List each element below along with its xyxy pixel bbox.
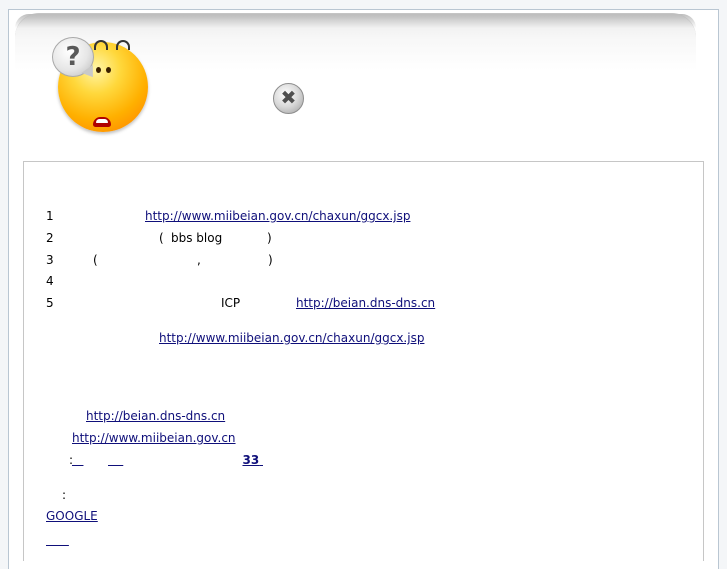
blank-link-2[interactable] [108,453,123,468]
eyebrow-left [94,40,108,50]
list-item-3-open-paren: ( [93,253,98,267]
count-link[interactable]: 33 [153,453,263,468]
list-item-5-number: 5 [46,296,54,310]
blank-link-1[interactable] [72,453,83,468]
list-item-4-number: 4 [46,274,54,288]
list-item-2-text: bbs blog [171,231,223,245]
list-item-1-number: 1 [46,209,54,223]
list-item-3-close-paren: ) [268,253,273,267]
list-item-3-comma: , [197,253,201,267]
count-value: 33 [242,453,260,467]
list-item-5-link[interactable]: http://beian.dns-dns.cn [296,296,435,311]
list-item-5-text: ICP [221,296,241,310]
beian-dns-link[interactable]: http://beian.dns-dns.cn [86,409,225,424]
google-link[interactable]: GOOGLE [46,509,135,524]
list-item-2-close-paren: ) [267,231,272,245]
miibeian-link[interactable]: http://www.miibeian.gov.cn [72,431,236,446]
bottom-link[interactable] [46,533,87,548]
eyebrow-right [116,40,130,50]
list-item-2-number: 2 [46,231,54,245]
colon-standalone: : [62,488,67,502]
smiley-right-eye [106,67,111,73]
list-item-3-number: 3 [46,253,54,267]
list-item-2-open-paren: ( [159,231,164,245]
query-link[interactable]: http://www.miibeian.gov.cn/chaxun/ggcx.j… [159,331,424,346]
question-bubble-icon: ? [52,37,94,77]
close-icon[interactable]: ✖ [273,83,304,114]
smiley-mouth [93,117,111,127]
list-item-1-link[interactable]: http://www.miibeian.gov.cn/chaxun/ggcx.j… [145,209,410,224]
